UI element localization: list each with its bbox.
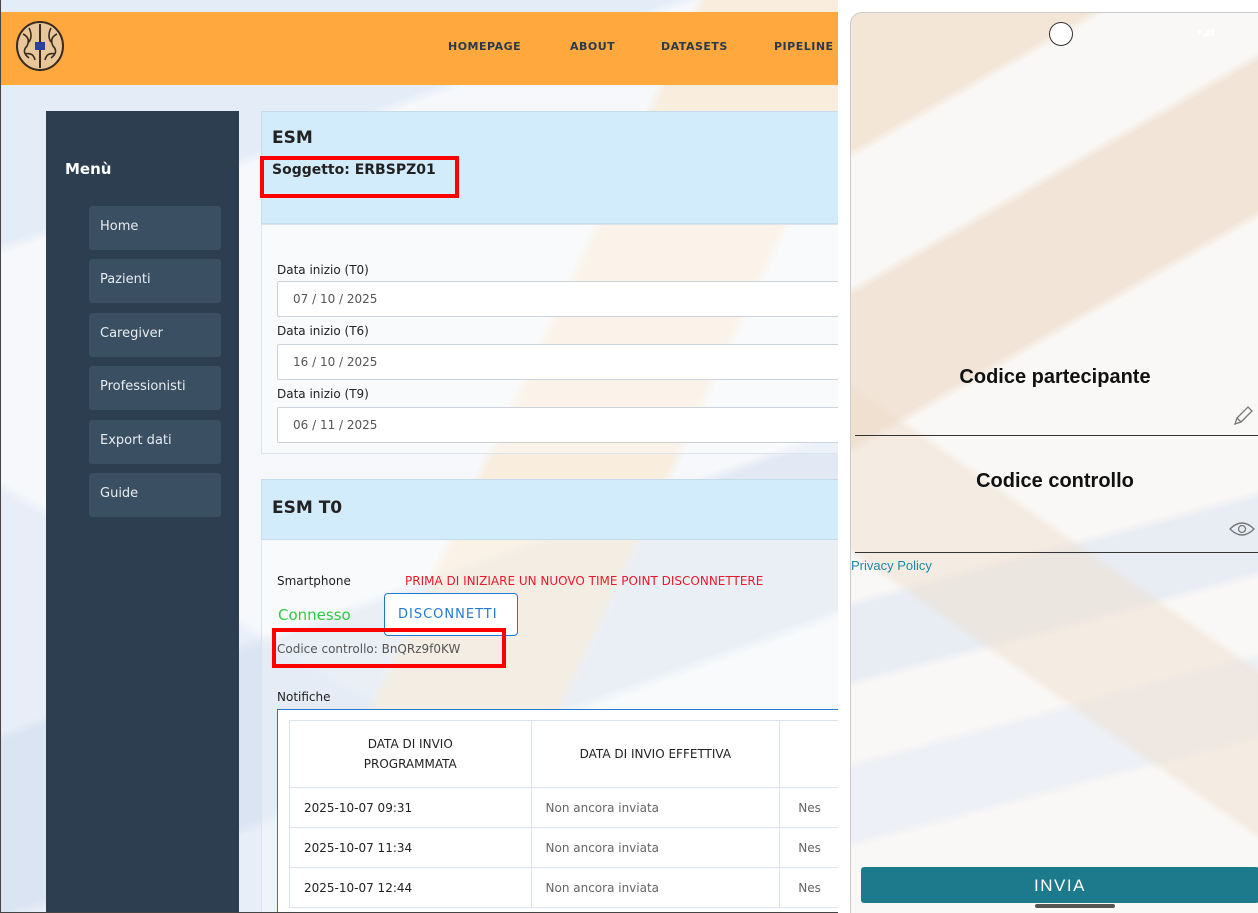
- column-header-scheduled[interactable]: DATA DI INVIO PROGRAMMATA: [289, 720, 532, 788]
- sidebar-item-export-dati[interactable]: Export dati: [89, 420, 221, 464]
- highlight-control-code: [272, 628, 506, 668]
- esm-title: ESM: [272, 128, 313, 148]
- control-code-label: Codice controllo: [976, 470, 1134, 492]
- status-bar-icons: ▾◢▮: [1197, 27, 1216, 38]
- date-t6-label: Data inizio (T6): [277, 324, 369, 338]
- column-header-actual[interactable]: DATA DI INVIO EFFETTIVA: [530, 720, 781, 788]
- sidebar-item-caregiver[interactable]: Caregiver: [89, 313, 221, 357]
- date-t0-label: Data inizio (T0): [277, 263, 369, 277]
- participant-code-underline: [855, 435, 1258, 436]
- privacy-policy-link[interactable]: Privacy Policy: [851, 558, 932, 573]
- sidebar-item-guide[interactable]: Guide: [89, 473, 221, 517]
- status-cell: Nes: [779, 787, 838, 828]
- notifications-table-container[interactable]: DATA DI INVIO PROGRAMMATA DATA DI INVIO …: [277, 709, 838, 912]
- warning-text: PRIMA DI INIZIARE UN NUOVO TIME POINT DI…: [405, 574, 764, 588]
- connection-status: Connesso: [278, 606, 351, 624]
- nav-homepage[interactable]: HOMEPAGE: [448, 40, 521, 53]
- smartphone-label: Smartphone: [277, 574, 351, 588]
- esm-t0-header-card: [261, 479, 838, 540]
- sidebar-item-professionisti[interactable]: Professionisti: [89, 366, 221, 410]
- status-cell: Nes: [779, 827, 838, 868]
- phone-app-panel: ▾◢▮ Codice partecipante Codice controllo…: [850, 12, 1258, 913]
- top-navbar: HOMEPAGE ABOUT DATASETS PIPELINE: [1, 12, 838, 85]
- table-row: 2025-10-07 11:34 Non ancora inviata Nes: [289, 827, 838, 868]
- scheduled-date-cell: 2025-10-07 09:31: [289, 787, 532, 828]
- home-indicator[interactable]: [1035, 904, 1115, 908]
- status-cell: Nes: [779, 867, 838, 908]
- pencil-icon[interactable]: [1231, 404, 1255, 428]
- table-row: 2025-10-07 12:44 Non ancora inviata Nes: [289, 867, 838, 908]
- scheduled-date-cell: 2025-10-07 12:44: [289, 867, 532, 908]
- web-app-panel: HOMEPAGE ABOUT DATASETS PIPELINE Menù Ho…: [0, 0, 838, 913]
- column-header-3[interactable]: [779, 720, 838, 788]
- scheduled-date-cell: 2025-10-07 11:34: [289, 827, 532, 868]
- nav-about[interactable]: ABOUT: [570, 40, 615, 53]
- actual-date-cell: Non ancora inviata: [530, 867, 781, 908]
- date-t9-label: Data inizio (T9): [277, 387, 369, 401]
- sidebar-item-pazienti[interactable]: Pazienti: [89, 259, 221, 303]
- esm-t0-title: ESM T0: [272, 498, 343, 518]
- eye-icon[interactable]: [1229, 521, 1255, 537]
- sidebar-title: Menù: [65, 160, 112, 178]
- date-t6-input[interactable]: 16 / 10 / 2025: [277, 344, 838, 380]
- submit-button[interactable]: INVIA: [861, 867, 1258, 903]
- nav-datasets[interactable]: DATASETS: [661, 40, 728, 53]
- control-code-underline: [855, 552, 1258, 553]
- brain-logo-icon[interactable]: [13, 18, 67, 74]
- date-t9-input[interactable]: 06 / 11 / 2025: [277, 407, 838, 443]
- nav-pipeline[interactable]: PIPELINE: [774, 40, 834, 53]
- participant-code-label: Codice partecipante: [959, 366, 1151, 388]
- sidebar-item-home[interactable]: Home: [89, 206, 221, 250]
- actual-date-cell: Non ancora inviata: [530, 827, 781, 868]
- highlight-subject: [260, 156, 459, 198]
- notifications-label: Notifiche: [277, 690, 331, 704]
- actual-date-cell: Non ancora inviata: [530, 787, 781, 828]
- camera-cutout-icon: [1049, 22, 1073, 46]
- column-header-scheduled-text: DATA DI INVIO PROGRAMMATA: [363, 737, 457, 771]
- table-row: 2025-10-07 09:31 Non ancora inviata Nes: [289, 787, 838, 828]
- notifications-table: DATA DI INVIO PROGRAMMATA DATA DI INVIO …: [289, 720, 838, 908]
- date-t0-input[interactable]: 07 / 10 / 2025: [277, 281, 838, 317]
